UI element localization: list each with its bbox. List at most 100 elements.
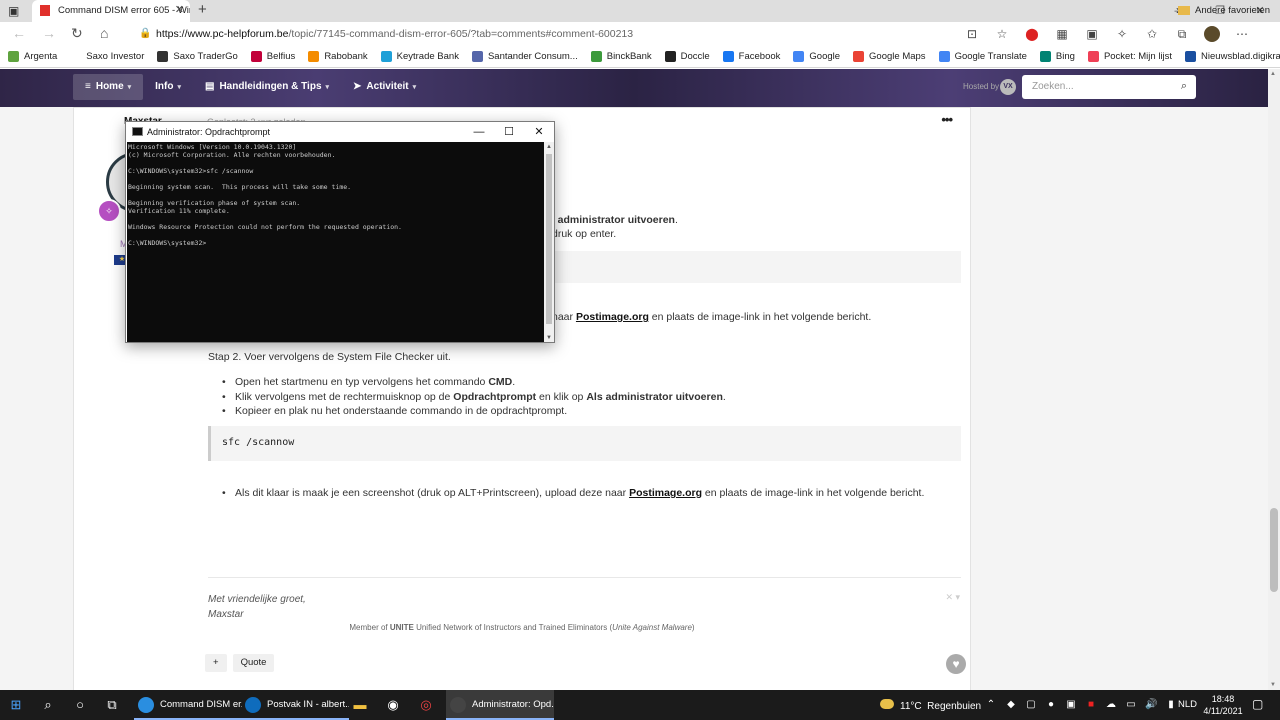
cmd-window[interactable]: Administrator: Opdrachtprompt — ☐ ✕ Micr… bbox=[125, 121, 555, 343]
bookmarks-bar: Argenta Saxo Investor Saxo TraderGo Belfius… bbox=[0, 46, 1280, 68]
bookmark-item[interactable]: Santander Consum... bbox=[471, 46, 578, 67]
bookmark-label: Santander Consum... bbox=[487, 51, 578, 62]
bookmark-item[interactable]: Nieuwsblad.digikrant bbox=[1185, 46, 1280, 67]
password-manager-icon[interactable]: ◉ bbox=[385, 697, 401, 713]
cmd-console-output[interactable]: Microsoft Windows [Version 10.0.19043.13… bbox=[127, 142, 544, 342]
tray-app5-icon[interactable]: ■ bbox=[1085, 698, 1097, 711]
step2-heading: Stap 2. Voer vervolgens de System File C… bbox=[208, 351, 451, 363]
scroll-down-icon[interactable]: ▼ bbox=[1270, 682, 1276, 688]
taskbar-app-label: Administrator: Opd... bbox=[472, 699, 554, 710]
app-available-icon[interactable]: ⊡ bbox=[964, 26, 980, 42]
volume-icon[interactable]: 🔊 bbox=[1145, 698, 1157, 711]
bookmark-item[interactable]: Doccle bbox=[664, 46, 710, 67]
search-taskbar-icon[interactable]: ⌕ bbox=[40, 697, 56, 713]
postimage-link-2[interactable]: Postimage.org bbox=[629, 487, 702, 499]
bookmark-label: Google bbox=[809, 51, 841, 62]
nav-item-handleidingen[interactable]: ▤ Handleidingen & Tips ▾ bbox=[193, 74, 341, 100]
menu-dots-icon[interactable]: ⋯ bbox=[1234, 26, 1250, 42]
battery-icon[interactable]: ▮ bbox=[1165, 698, 1177, 711]
scroll-up-icon[interactable]: ▲ bbox=[1270, 71, 1276, 77]
quote-button[interactable]: Quote bbox=[232, 654, 275, 672]
taskbar-app-2[interactable]: Postvak IN - albert.... bbox=[241, 690, 349, 720]
page-scrollbar[interactable]: ▲ ▼ bbox=[1268, 69, 1280, 690]
bookmark-item[interactable]: Belfius bbox=[250, 46, 295, 67]
cmd-titlebar[interactable]: Administrator: Opdrachtprompt — ☐ ✕ bbox=[126, 122, 554, 142]
tab-actions-icon[interactable]: ▣ bbox=[8, 4, 22, 18]
bookmark-item[interactable]: Argenta bbox=[8, 46, 57, 67]
nav-item-info[interactable]: Info ▾ bbox=[143, 74, 193, 100]
clock-time: 18:48 bbox=[1211, 694, 1235, 704]
back-icon[interactable]: ← bbox=[12, 25, 26, 41]
collections-icon[interactable]: ⧉ bbox=[1174, 26, 1190, 42]
bookmark-item[interactable]: Google Translate bbox=[938, 46, 1027, 67]
system-tray: ⌃ ◆ ▢ ● ▣ ■ ☁ ▭ 🔊 ▮ bbox=[985, 698, 1177, 711]
taskbar-app-icon bbox=[245, 697, 261, 713]
like-heart-icon[interactable]: ♥ bbox=[946, 654, 966, 674]
nav-item-home[interactable]: ≡ Home ▾ bbox=[73, 74, 144, 100]
tray-expand-icon[interactable]: ⌃ bbox=[985, 698, 997, 711]
extension-c-icon[interactable]: ▣ bbox=[1084, 26, 1100, 42]
bookmark-item[interactable]: Saxo Investor bbox=[70, 46, 144, 67]
other-favorites[interactable]: Andere favorieten bbox=[1178, 5, 1270, 16]
url-domain: https://www.pc-helpforum.be bbox=[156, 28, 289, 40]
browser-tab-active[interactable]: Command DISM error 605 - Wind ✕ bbox=[32, 0, 190, 22]
file-explorer-icon[interactable]: ▬ bbox=[352, 697, 368, 713]
tray-app1-icon[interactable]: ◆ bbox=[1005, 698, 1017, 711]
adblock-icon[interactable]: ⬤ bbox=[1024, 26, 1040, 42]
bookmark-item[interactable]: Pocket: Mijn lijst bbox=[1087, 46, 1172, 67]
cmd-close-icon[interactable]: ✕ bbox=[524, 122, 554, 142]
task-view-icon[interactable]: ⧉ bbox=[104, 697, 120, 713]
home-icon[interactable]: ⌂ bbox=[100, 25, 108, 41]
bookmark-item[interactable]: Keytrade Bank bbox=[380, 46, 459, 67]
search-input[interactable]: Zoeken... ⌕ bbox=[1022, 75, 1196, 99]
bookmark-item[interactable]: BinckBank bbox=[590, 46, 652, 67]
scroll-thumb[interactable] bbox=[1270, 508, 1278, 592]
cmd-scroll-up-icon[interactable]: ▲ bbox=[546, 144, 552, 150]
taskbar-app-3[interactable]: Administrator: Opd... bbox=[446, 690, 554, 720]
cmd-scrollbar[interactable]: ▲ ▼ bbox=[544, 142, 554, 342]
taskbar-app-1[interactable]: Command DISM er... bbox=[134, 690, 242, 720]
bookmark-item[interactable]: Google Maps bbox=[853, 46, 926, 67]
forward-icon[interactable]: → bbox=[42, 25, 56, 41]
multiquote-button[interactable]: + bbox=[205, 654, 227, 672]
tab-close-icon[interactable]: ✕ bbox=[175, 3, 184, 16]
clock[interactable]: 18:48 4/11/2021 bbox=[1203, 693, 1243, 717]
extensions-puzzle-icon[interactable]: ✧ bbox=[1114, 26, 1130, 42]
network-icon[interactable]: ▭ bbox=[1125, 698, 1137, 711]
nav-item-activiteit[interactable]: ➤ Activiteit ▾ bbox=[341, 74, 428, 100]
tray-app3-icon[interactable]: ● bbox=[1045, 698, 1057, 711]
cortana-icon[interactable]: ○ bbox=[72, 697, 88, 713]
postimage-link-1[interactable]: Postimage.org bbox=[576, 311, 649, 323]
favorite-star-icon[interactable]: ☆ bbox=[994, 26, 1010, 42]
bookmark-favicon-icon bbox=[1087, 51, 1099, 62]
post-options-icon[interactable]: ••• bbox=[941, 112, 953, 127]
bookmark-item[interactable]: Rabobank bbox=[308, 46, 368, 67]
bookmark-item[interactable]: Saxo TraderGo bbox=[157, 46, 238, 67]
tray-app4-icon[interactable]: ▣ bbox=[1065, 698, 1077, 711]
notifications-icon[interactable]: ▢ bbox=[1252, 697, 1263, 711]
cmd-scroll-down-icon[interactable]: ▼ bbox=[546, 335, 552, 341]
browser-extensions: ⊡ ☆ ⬤ ▦ ▣ ✧ ✩ ⧉ . ⋯ bbox=[964, 26, 1250, 42]
bookmark-item[interactable]: Facebook bbox=[722, 46, 780, 67]
chrome-icon[interactable]: ◎ bbox=[418, 697, 434, 713]
bookmark-item[interactable]: Bing bbox=[1039, 46, 1075, 67]
search-icon[interactable]: ⌕ bbox=[1181, 80, 1187, 93]
windows-start-icon[interactable]: ⊞ bbox=[8, 697, 24, 713]
weather-widget[interactable]: 11°C Regenbuien bbox=[880, 699, 981, 712]
onedrive-icon[interactable]: ☁ bbox=[1105, 698, 1117, 711]
address-bar[interactable]: 🔒 https://www.pc-helpforum.be/topic/7714… bbox=[130, 24, 1035, 44]
code-block-sfc[interactable]: sfc /scannow bbox=[208, 426, 961, 461]
cmd-scroll-thumb[interactable] bbox=[546, 154, 552, 324]
favorites-icon[interactable]: ✩ bbox=[1144, 26, 1160, 42]
signature-hide-icon[interactable]: ✕ ▾ bbox=[945, 592, 960, 603]
cmd-minimize-icon[interactable]: — bbox=[464, 122, 494, 142]
profile-avatar-icon[interactable]: . bbox=[1204, 26, 1220, 42]
lock-icon[interactable]: 🔒 bbox=[139, 28, 151, 39]
tray-app2-icon[interactable]: ▢ bbox=[1025, 698, 1037, 711]
cmd-maximize-icon[interactable]: ☐ bbox=[494, 122, 524, 142]
new-tab-icon[interactable]: + bbox=[198, 1, 207, 18]
reload-icon[interactable]: ↻ bbox=[71, 25, 83, 42]
extension-icon[interactable]: ▦ bbox=[1054, 26, 1070, 42]
bookmark-item[interactable]: Google bbox=[793, 46, 840, 67]
language-indicator[interactable]: NLD bbox=[1178, 699, 1197, 710]
